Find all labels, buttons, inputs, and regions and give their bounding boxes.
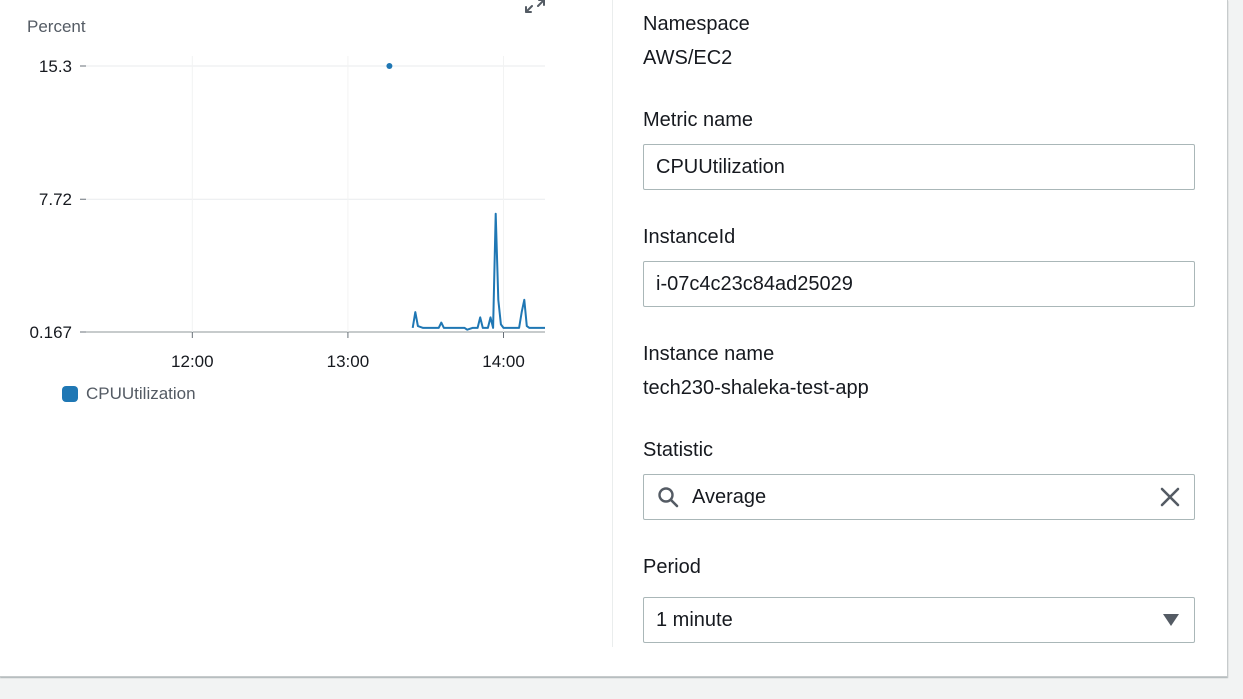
period-select[interactable]: 1 minute: [643, 597, 1195, 643]
data-point: [386, 63, 393, 69]
statistic-value: Average: [692, 485, 767, 508]
period-value: 1 minute: [656, 608, 733, 631]
statistic-label: Statistic: [643, 439, 714, 461]
legend-label: CPUUtilization: [86, 384, 196, 403]
metric-chart: Percent 15.3 7.72 0.167 12:00 13:00 14:00 CPU…: [0, 0, 560, 420]
legend-swatch: [62, 386, 78, 402]
column-divider: [612, 0, 613, 647]
statistic-input[interactable]: Average: [643, 474, 1195, 520]
metric-name-input[interactable]: CPUUtilization: [643, 144, 1195, 190]
y-axis-label: Percent: [27, 17, 86, 36]
period-label: Period: [643, 556, 701, 578]
namespace-label: Namespace: [643, 13, 750, 35]
caret-down-icon: [1163, 614, 1179, 626]
instance-name-value: tech230-shaleka-test-app: [643, 377, 869, 399]
metric-name-value: CPUUtilization: [656, 155, 785, 178]
instance-id-label: InstanceId: [643, 226, 736, 248]
legend-item-cpuutilization[interactable]: CPUUtilization: [62, 384, 196, 404]
metric-panel: Percent 15.3 7.72 0.167 12:00 13:00 14:00 CPU…: [0, 0, 1228, 677]
chart-svg: Percent 15.3 7.72 0.167 12:00 13:00 14:00: [27, 17, 545, 371]
close-icon[interactable]: [1158, 485, 1182, 509]
instance-id-input[interactable]: i-07c4c23c84ad25029: [643, 261, 1195, 307]
y-tick-label: 15.3: [39, 57, 72, 76]
search-icon: [658, 487, 679, 508]
instance-name-label: Instance name: [643, 343, 775, 365]
namespace-value: AWS/EC2: [643, 47, 733, 69]
instance-id-value: i-07c4c23c84ad25029: [656, 272, 853, 295]
y-tick-label: 0.167: [29, 323, 72, 342]
series-line-cpuutilization: [411, 212, 545, 331]
x-tick-label: 13:00: [327, 352, 370, 371]
y-tick-label: 7.72: [39, 190, 72, 209]
x-tick-label: 14:00: [482, 352, 525, 371]
metric-name-label: Metric name: [643, 109, 754, 131]
expand-icon[interactable]: [523, 0, 547, 14]
x-tick-label: 12:00: [171, 352, 214, 371]
